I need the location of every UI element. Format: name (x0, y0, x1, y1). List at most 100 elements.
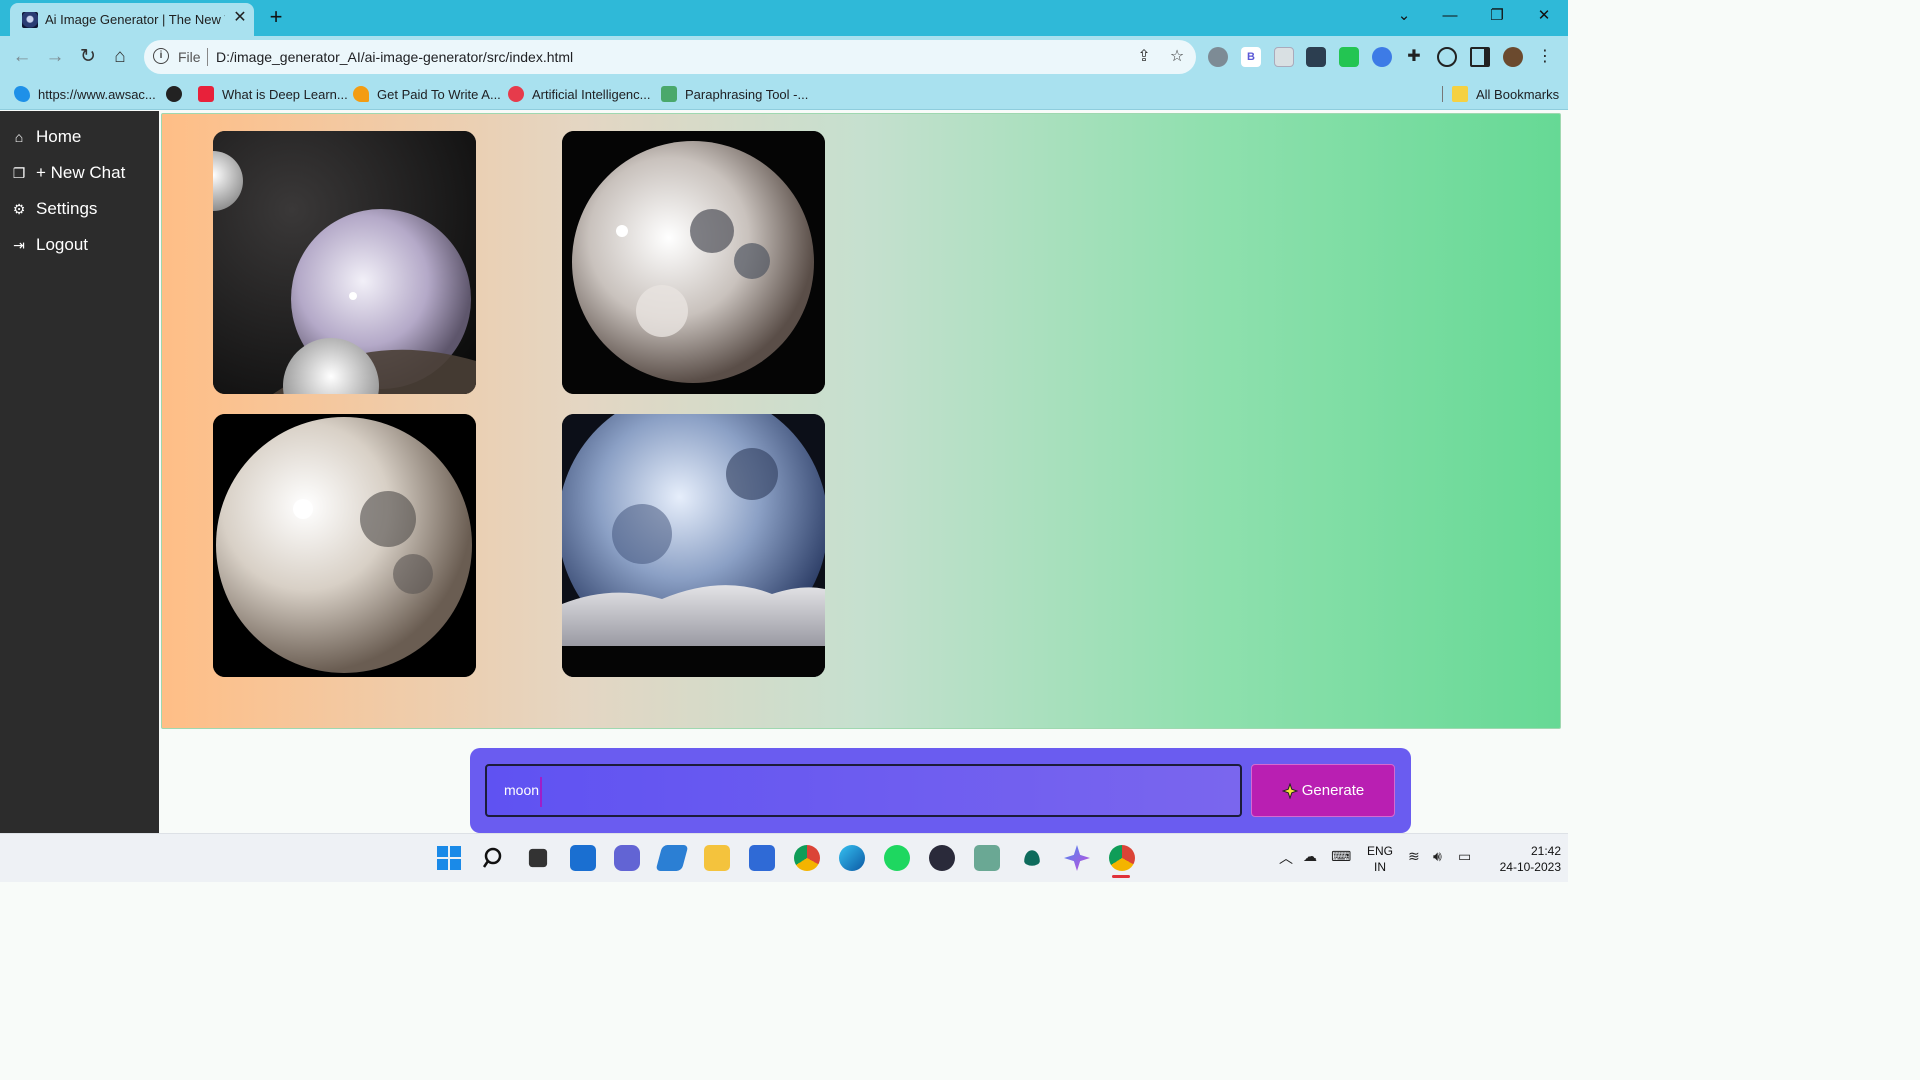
sidebar-item-settings[interactable]: ⚙ Settings (12, 197, 98, 221)
generated-image[interactable] (562, 414, 825, 677)
keyboard-icon[interactable]: ⌨ (1331, 848, 1351, 865)
tab-search-icon[interactable]: ⌄ (1389, 4, 1419, 28)
sync-icon[interactable] (1437, 47, 1457, 67)
ai-icon (508, 86, 524, 102)
browser-toolbar: ← → ↻ ⌂ i File D:/image_generator_AI/ai-… (0, 36, 1568, 78)
sparkle-icon (1281, 782, 1298, 799)
spotify-icon[interactable] (884, 845, 910, 871)
sidebar-item-logout[interactable]: ⇥ Logout (12, 233, 88, 257)
reload-button[interactable]: ↻ (74, 43, 102, 71)
bookmark-item[interactable] (166, 84, 190, 104)
tab-title: Ai Image Generator | The New W (45, 12, 225, 27)
bookmark-item[interactable]: Artificial Intelligenc... (508, 84, 651, 104)
browser-tab[interactable]: Ai Image Generator | The New W ✕ (10, 3, 254, 36)
chrome-active-icon[interactable] (1109, 845, 1135, 871)
store-icon[interactable] (749, 845, 775, 871)
restore-button[interactable]: ❐ (1482, 4, 1512, 28)
active-indicator (1112, 875, 1130, 878)
side-panel-icon[interactable] (1470, 47, 1490, 67)
extension-blue-icon[interactable] (1372, 47, 1392, 67)
squirrel-icon (353, 86, 369, 102)
share-icon[interactable]: ⇪ (1132, 45, 1156, 69)
volume-icon[interactable]: 🔊︎ (1433, 848, 1442, 865)
extension-green-icon[interactable] (1339, 47, 1359, 67)
logout-icon: ⇥ (13, 237, 25, 253)
browser-title-bar: Ai Image Generator | The New W ✕ + ⌄ — ❐… (0, 0, 1568, 36)
forward-button[interactable]: → (41, 43, 69, 71)
chat-icon: ❐ (12, 165, 26, 181)
bookmarks-bar: https://www.awsac... What is Deep Learn.… (0, 78, 1568, 110)
scheme-label: File (178, 49, 201, 65)
windows-start-icon[interactable] (436, 845, 462, 871)
battery-icon[interactable]: ▭ (1458, 848, 1471, 865)
gear-icon: ⚙ (12, 201, 26, 217)
tray-chevron-icon[interactable]: ︿ (1279, 848, 1293, 868)
moon-image-3 (213, 414, 476, 677)
text-cursor-icon (540, 777, 542, 807)
windows-taskbar: ︿ ☁ ⌨ ENG IN ≋ 🔊︎ ▭ 21:42 24-10-2023 (0, 833, 1568, 882)
moon-image-4 (562, 414, 825, 677)
bookmark-item[interactable]: https://www.awsac... (14, 84, 156, 104)
teams-chat-icon[interactable] (614, 845, 640, 871)
edge-icon[interactable] (839, 845, 865, 871)
prompt-input[interactable]: moon (485, 764, 1242, 817)
generate-button[interactable]: Generate (1251, 764, 1395, 817)
extension-photo-icon[interactable] (1306, 47, 1326, 67)
app-face-icon[interactable] (929, 845, 955, 871)
bookmark-star-icon[interactable]: ☆ (1165, 45, 1189, 69)
generated-image[interactable] (562, 131, 825, 394)
prompt-panel: moon Generate (470, 748, 1411, 833)
cloud-icon (14, 86, 30, 102)
extension-b-icon[interactable]: B (1241, 47, 1261, 67)
bookmarks-divider (1442, 86, 1443, 102)
moon-image-1 (213, 131, 476, 394)
leaf-app-icon[interactable] (1024, 850, 1040, 866)
chrome-icon[interactable] (794, 845, 820, 871)
bookmark-item[interactable]: Get Paid To Write A... (353, 84, 501, 104)
sidebar-item-home[interactable]: ⌂ Home (12, 125, 82, 149)
chatgpt-icon[interactable] (974, 845, 1000, 871)
system-clock[interactable]: 21:42 24-10-2023 (1487, 843, 1561, 875)
home-button[interactable]: ⌂ (106, 43, 134, 71)
widgets-icon[interactable] (570, 845, 596, 871)
address-bar[interactable]: i File D:/image_generator_AI/ai-image-ge… (144, 40, 1196, 74)
tab-favicon-icon (22, 12, 38, 28)
new-tab-button[interactable]: + (264, 4, 288, 30)
bookmark-item[interactable]: What is Deep Learn... (198, 84, 348, 104)
wifi-icon[interactable]: ≋ (1408, 848, 1420, 865)
generated-image[interactable] (213, 131, 476, 394)
url-text[interactable]: D:/image_generator_AI/ai-image-generator… (216, 49, 573, 65)
sidebar-item-new-chat[interactable]: ❐ + New Chat (12, 161, 126, 185)
profile-avatar[interactable] (1503, 47, 1523, 67)
vscode-icon[interactable] (655, 845, 689, 871)
image-gallery (161, 113, 1561, 729)
extension-robot-icon[interactable] (1208, 47, 1228, 67)
sidebar-item-label: + New Chat (36, 163, 126, 182)
back-button[interactable]: ← (8, 43, 36, 71)
sidebar-item-label: Logout (36, 235, 88, 254)
sidebar: ⌂ Home ❐ + New Chat ⚙ Settings ⇥ Logout (0, 111, 159, 833)
language-indicator[interactable]: ENG IN (1364, 843, 1396, 875)
sidebar-item-label: Home (36, 127, 82, 146)
info-icon[interactable]: i (153, 48, 169, 64)
minimize-button[interactable]: — (1435, 4, 1465, 28)
bookmark-item[interactable]: Paraphrasing Tool -... (661, 84, 808, 104)
close-tab-icon[interactable]: ✕ (230, 8, 250, 28)
sparkle-app-icon[interactable] (1064, 845, 1090, 871)
generated-image[interactable] (213, 414, 476, 677)
cube-icon (198, 86, 214, 102)
close-window-button[interactable]: ✕ (1529, 4, 1559, 28)
puzzle-icon[interactable]: ✚ (1404, 47, 1424, 67)
extension-grey-icon[interactable] (1274, 47, 1294, 67)
robot-icon (661, 86, 677, 102)
file-explorer-icon[interactable] (704, 845, 730, 871)
menu-kebab-icon[interactable]: ⋮ (1535, 47, 1555, 67)
prompt-input-value: moon (504, 782, 540, 798)
folder-icon (1452, 86, 1468, 102)
search-icon[interactable] (481, 845, 507, 871)
home-icon: ⌂ (14, 129, 24, 145)
onedrive-icon[interactable]: ☁ (1303, 848, 1317, 865)
all-bookmarks-button[interactable]: All Bookmarks (1452, 84, 1559, 104)
generate-button-label: Generate (1301, 782, 1365, 799)
task-view-icon[interactable] (528, 848, 548, 868)
